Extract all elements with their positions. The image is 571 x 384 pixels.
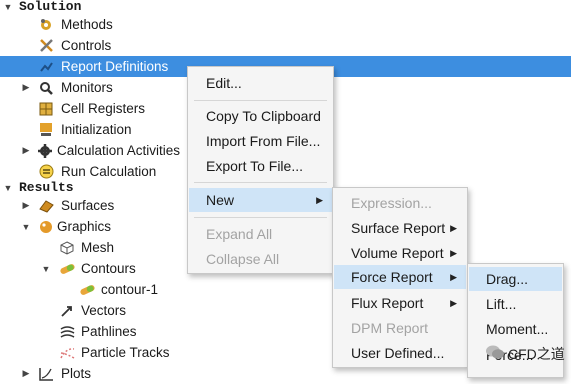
menu-item-surface-report[interactable]: Surface Report ▶: [334, 216, 466, 240]
tree-item-label: Vectors: [81, 303, 127, 318]
tree-item-label: Cell Registers: [61, 101, 146, 116]
watermark: CFD之道: [485, 344, 565, 364]
menu-item-label: Import From File...: [206, 133, 321, 149]
menu-item-label: Expression...: [351, 195, 432, 211]
collapse-arrow-icon[interactable]: ▼: [2, 182, 14, 194]
mesh-cube-icon: [59, 240, 75, 256]
menu-item-copy-to-clipboard[interactable]: Copy To Clipboard: [189, 104, 332, 128]
collapse-arrow-icon[interactable]: ▼: [40, 263, 52, 275]
submenu-arrow-icon: ▶: [450, 222, 457, 233]
context-menu: Edit... Copy To Clipboard Import From Fi…: [187, 66, 334, 274]
tree-item-label: Plots: [61, 366, 92, 381]
menu-item-label: Edit...: [206, 75, 242, 91]
initialization-icon: [38, 122, 54, 138]
plots-icon: [38, 366, 54, 382]
section-label: Results: [19, 180, 74, 195]
methods-icon: [38, 17, 54, 33]
menu-item-moment[interactable]: Moment...: [469, 317, 562, 341]
expand-arrow-icon[interactable]: ▶: [20, 145, 32, 157]
menu-item-collapse-all[interactable]: Collapse All: [189, 247, 332, 271]
new-submenu: Expression... Surface Report ▶ Volume Re…: [332, 187, 468, 368]
tree-item-label: Initialization: [61, 122, 132, 137]
cell-registers-icon: [38, 101, 54, 117]
controls-icon: [38, 38, 54, 54]
submenu-arrow-icon: ▶: [316, 194, 323, 205]
gear-icon: [37, 143, 53, 159]
tree-item-label: Monitors: [61, 80, 113, 95]
menu-item-label: Export To File...: [206, 158, 304, 174]
menu-item-label: Expand All: [206, 226, 273, 242]
tree-item-controls[interactable]: Controls: [0, 35, 571, 56]
menu-separator: [194, 100, 327, 101]
pathlines-icon: [59, 324, 75, 340]
tree-item-label: Surfaces: [61, 198, 115, 213]
menu-item-force-report[interactable]: Force Report ▶: [334, 265, 466, 289]
graphics-icon: [38, 219, 54, 235]
menu-item-export-to-file[interactable]: Export To File...: [189, 154, 332, 178]
collapse-arrow-icon[interactable]: ▼: [20, 221, 32, 233]
tree-item-label: Particle Tracks: [81, 345, 170, 360]
tree-item-label: contour-1: [101, 282, 159, 297]
watermark-text: CFD之道: [508, 346, 565, 362]
menu-item-label: Force Report: [351, 269, 433, 285]
menu-item-expression[interactable]: Expression...: [334, 191, 466, 215]
submenu-arrow-icon: ▶: [450, 247, 457, 258]
menu-item-drag[interactable]: Drag...: [469, 267, 562, 291]
menu-item-label: Copy To Clipboard: [206, 108, 321, 124]
report-definitions-icon: [38, 59, 54, 75]
menu-item-new[interactable]: New ▶: [189, 188, 332, 212]
menu-separator: [194, 182, 327, 183]
menu-item-label: Lift...: [486, 296, 517, 312]
submenu-arrow-icon: ▶: [450, 297, 457, 308]
tree-item-label: Methods: [61, 17, 113, 32]
expand-arrow-icon[interactable]: ▶: [20, 200, 32, 212]
tree-item-label: Controls: [61, 38, 112, 53]
menu-item-expand-all[interactable]: Expand All: [189, 222, 332, 246]
particle-tracks-icon: [59, 345, 75, 361]
menu-item-dpm-report[interactable]: DPM Report: [334, 316, 466, 340]
menu-item-label: DPM Report: [351, 320, 429, 336]
menu-item-volume-report[interactable]: Volume Report ▶: [334, 241, 466, 265]
contour-icon: [79, 282, 95, 298]
menu-item-flux-report[interactable]: Flux Report ▶: [334, 291, 466, 315]
menu-item-label: New: [206, 192, 235, 208]
menu-item-import-from-file[interactable]: Import From File...: [189, 129, 332, 153]
expand-arrow-icon[interactable]: ▶: [20, 82, 32, 94]
tree-item-label: Calculation Activities: [57, 143, 181, 158]
tree-item-methods[interactable]: Methods: [0, 14, 571, 35]
vectors-icon: [59, 303, 75, 319]
menu-item-label: Flux Report: [351, 295, 424, 311]
tree-item-label: Mesh: [81, 240, 115, 255]
menu-item-label: Drag...: [486, 271, 529, 287]
tree-item-label: Graphics: [57, 219, 112, 234]
contours-icon: [59, 261, 75, 277]
tree-item-label: Report Definitions: [61, 59, 169, 74]
menu-item-label: Volume Report: [351, 245, 444, 261]
magnifier-icon: [38, 80, 54, 96]
menu-item-user-defined[interactable]: User Defined...: [334, 341, 466, 365]
wechat-icon: [485, 344, 505, 364]
surfaces-icon: [38, 198, 54, 214]
menu-separator: [194, 217, 327, 218]
menu-item-lift[interactable]: Lift...: [469, 292, 562, 316]
menu-item-label: Moment...: [486, 321, 549, 337]
menu-item-label: Surface Report: [351, 220, 446, 236]
tree-item-label: Contours: [81, 261, 136, 276]
section-label: Solution: [19, 0, 82, 14]
tree-item-label: Pathlines: [81, 324, 137, 339]
submenu-arrow-icon: ▶: [450, 271, 457, 282]
menu-item-label: User Defined...: [351, 345, 445, 361]
menu-item-edit[interactable]: Edit...: [189, 71, 332, 95]
expand-arrow-icon[interactable]: ▶: [20, 368, 32, 380]
menu-item-label: Collapse All: [206, 251, 280, 267]
collapse-arrow-icon[interactable]: ▼: [2, 1, 14, 13]
